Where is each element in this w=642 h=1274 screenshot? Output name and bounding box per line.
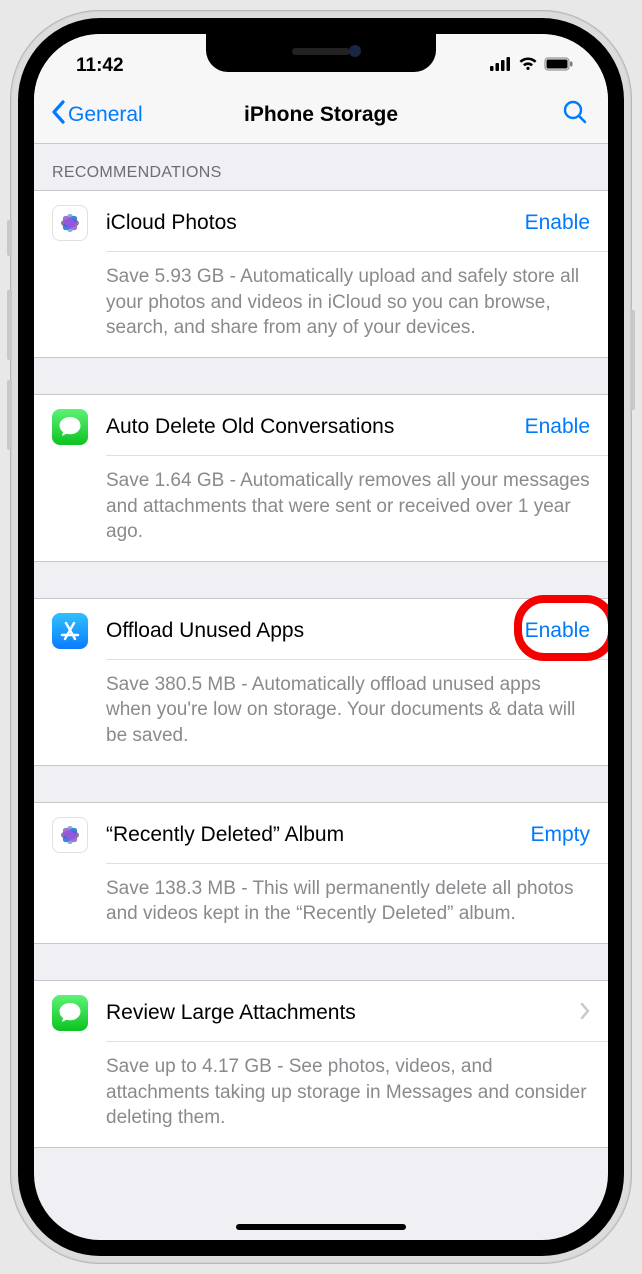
chevron-right-icon xyxy=(580,1002,590,1025)
wifi-icon xyxy=(518,55,538,77)
volume-down-button xyxy=(7,380,12,450)
screen: 11:42 xyxy=(34,34,608,1240)
enable-button[interactable]: Enable xyxy=(525,415,590,439)
chevron-left-icon xyxy=(50,100,66,130)
status-time: 11:42 xyxy=(76,55,124,77)
back-button[interactable]: General xyxy=(50,100,143,130)
recommendation-review-attachments[interactable]: Review Large Attachments Save up to 4.17… xyxy=(34,980,608,1148)
home-indicator[interactable] xyxy=(236,1224,406,1230)
recommendation-description: Save 138.3 MB - This will permanently de… xyxy=(34,864,608,943)
empty-button[interactable]: Empty xyxy=(530,823,590,847)
speaker xyxy=(292,48,350,55)
recommendation-icloud-photos: iCloud Photos Enable Save 5.93 GB - Auto… xyxy=(34,190,608,358)
power-button xyxy=(630,310,635,410)
photos-app-icon xyxy=(52,817,88,853)
recommendation-offload-apps: Offload Unused Apps Enable Save 380.5 MB… xyxy=(34,598,608,766)
enable-button[interactable]: Enable xyxy=(525,619,590,643)
notch xyxy=(206,34,436,72)
search-icon xyxy=(562,99,588,125)
cellular-signal-icon xyxy=(490,55,512,77)
front-camera xyxy=(349,45,361,57)
volume-up-button xyxy=(7,290,12,360)
section-header-recommendations: Recommendations xyxy=(34,144,608,190)
photos-app-icon xyxy=(52,205,88,241)
recommendation-description: Save 5.93 GB - Automatically upload and … xyxy=(34,252,608,357)
recommendation-description: Save up to 4.17 GB - See photos, videos,… xyxy=(34,1042,608,1147)
recommendation-title: Review Large Attachments xyxy=(106,1001,580,1025)
mute-switch xyxy=(7,220,12,256)
messages-app-icon xyxy=(52,409,88,445)
recommendation-auto-delete: Auto Delete Old Conversations Enable Sav… xyxy=(34,394,608,562)
recommendation-description: Save 1.64 GB - Automatically removes all… xyxy=(34,456,608,561)
recommendation-title: Auto Delete Old Conversations xyxy=(106,415,525,439)
status-indicators xyxy=(490,55,574,77)
appstore-app-icon xyxy=(52,613,88,649)
search-button[interactable] xyxy=(562,99,588,130)
enable-button[interactable]: Enable xyxy=(525,211,590,235)
battery-icon xyxy=(544,55,574,77)
phone-frame: 11:42 xyxy=(10,10,632,1264)
page-title: iPhone Storage xyxy=(244,103,398,127)
back-label: General xyxy=(68,103,143,127)
recommendation-recently-deleted: “Recently Deleted” Album Empty Save 138.… xyxy=(34,802,608,944)
recommendation-title: Offload Unused Apps xyxy=(106,619,525,643)
messages-app-icon xyxy=(52,995,88,1031)
recommendation-title: iCloud Photos xyxy=(106,211,525,235)
navigation-bar: General iPhone Storage xyxy=(34,86,608,144)
phone-body: 11:42 xyxy=(18,18,624,1256)
recommendation-title: “Recently Deleted” Album xyxy=(106,823,530,847)
recommendation-description: Save 380.5 MB - Automatically offload un… xyxy=(34,660,608,765)
